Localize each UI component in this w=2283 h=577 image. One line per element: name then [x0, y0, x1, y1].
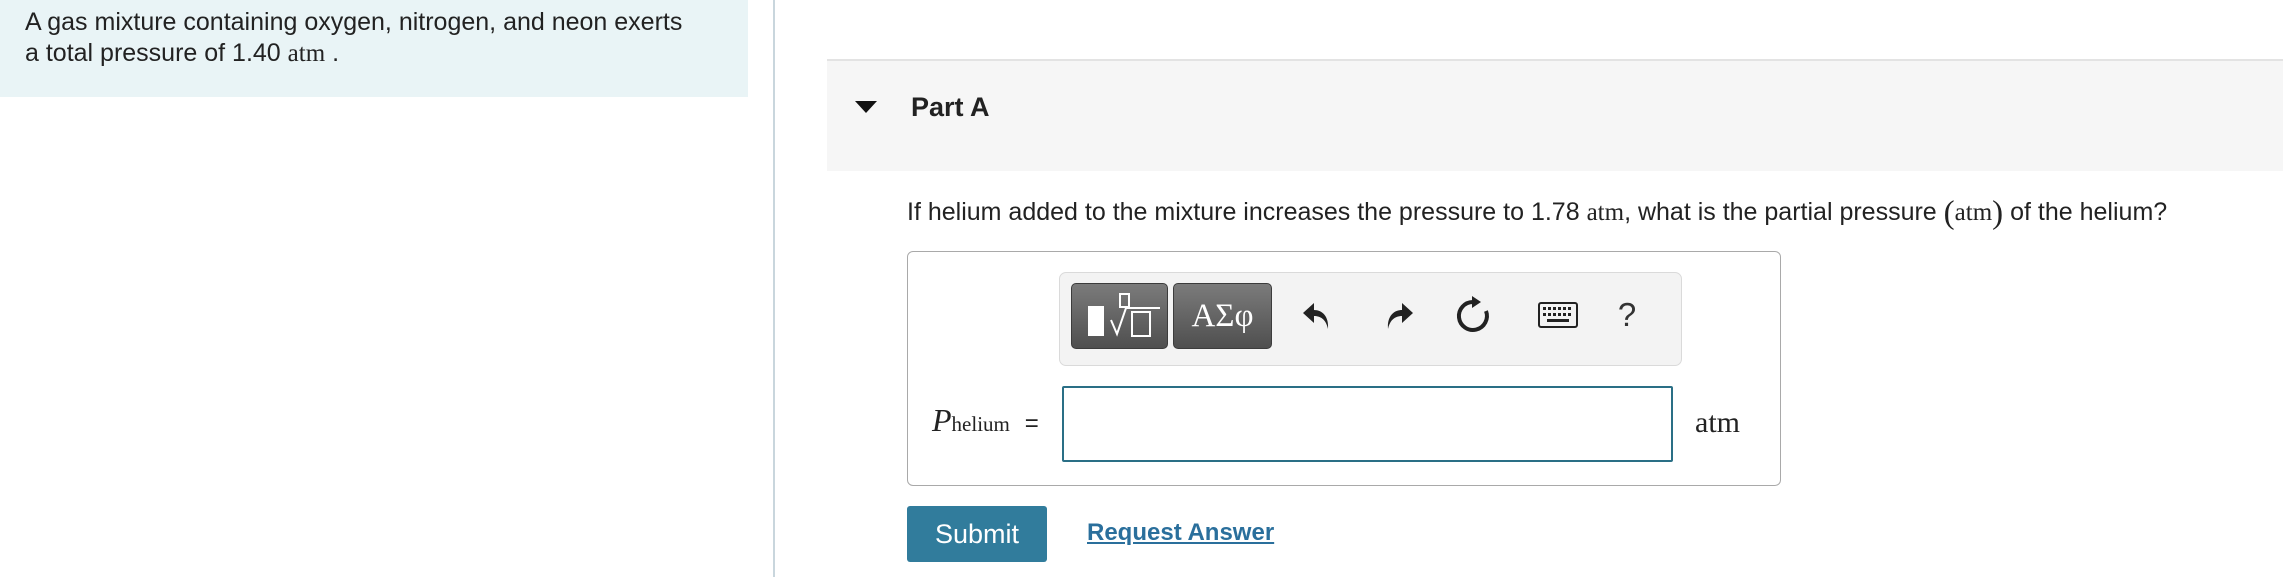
question-text: If helium added to the mixture increases… — [907, 195, 2167, 232]
intro-period: . — [332, 39, 340, 67]
math-toolbar: ΑΣφ ? — [1059, 272, 1682, 366]
keyboard-icon — [1538, 302, 1578, 328]
templates-icon — [1087, 293, 1160, 337]
help-button[interactable]: ? — [1603, 291, 1651, 339]
greek-symbols-button[interactable]: ΑΣφ — [1173, 283, 1272, 349]
part-header[interactable]: Part A — [827, 59, 2283, 171]
templates-button[interactable] — [1071, 283, 1168, 349]
problem-intro: A gas mixture containing oxygen, nitroge… — [0, 0, 748, 97]
question-unit-1: atm — [1586, 199, 1625, 226]
panel-divider — [773, 0, 775, 577]
submit-button[interactable]: Submit — [907, 506, 1047, 562]
reset-icon — [1456, 296, 1489, 332]
question-part-1: If helium added to the mixture increases… — [907, 198, 1580, 226]
answer-label: Phelium = — [932, 402, 1039, 439]
answer-box: ΑΣφ ? Phelium = atm — [907, 251, 1781, 486]
part-title: Part A — [911, 92, 990, 122]
answer-input[interactable] — [1062, 386, 1673, 462]
answer-unit: atm — [1695, 406, 1740, 439]
equals-sign: = — [1024, 410, 1039, 437]
undo-button[interactable] — [1295, 291, 1343, 339]
intro-pressure-unit: atm — [287, 40, 326, 67]
answer-label-subscript: helium — [951, 412, 1010, 436]
request-answer-link[interactable]: Request Answer — [1087, 519, 1274, 547]
intro-line-1: A gas mixture containing oxygen, nitroge… — [25, 8, 683, 36]
question-unit-2: atm — [1954, 199, 1993, 226]
paren-open: ( — [1943, 195, 1955, 231]
redo-icon — [1387, 303, 1413, 329]
caret-down-icon[interactable] — [855, 101, 877, 113]
answer-label-variable: P — [932, 402, 952, 438]
question-part-3: of the helium? — [2010, 198, 2168, 226]
intro-pressure-value: a total pressure of 1.40 — [25, 39, 281, 67]
intro-line-2: a total pressure of 1.40 atm . — [25, 38, 748, 69]
question-part-2: , what is the partial pressure — [1624, 198, 1937, 226]
undo-icon — [1303, 303, 1329, 329]
redo-button[interactable] — [1373, 291, 1421, 339]
paren-close: ) — [1992, 195, 2004, 231]
reset-button[interactable] — [1449, 291, 1497, 339]
keyboard-button[interactable] — [1530, 291, 1586, 339]
